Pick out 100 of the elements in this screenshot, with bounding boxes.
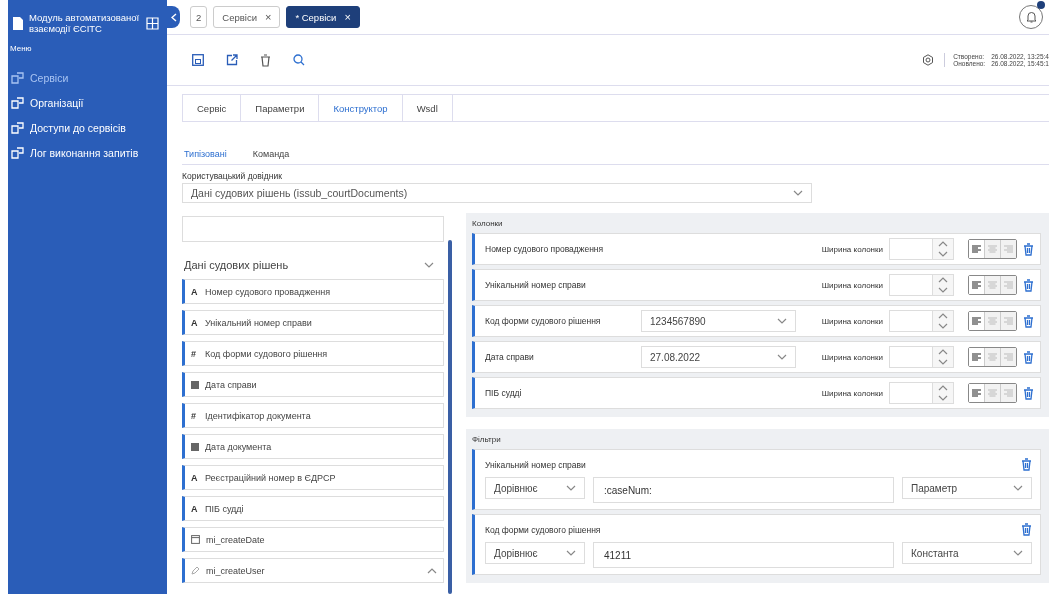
document-tab[interactable]: Сервіси × [213, 6, 281, 28]
align-left-button[interactable] [969, 348, 985, 366]
width-field[interactable] [889, 310, 954, 332]
chevron-down-icon [777, 318, 787, 324]
chevron-up-icon [938, 385, 948, 391]
trash-icon[interactable] [1021, 458, 1032, 471]
group-title: Дані судових рішень [184, 259, 289, 271]
tab[interactable]: Конструктор [319, 95, 403, 121]
chevron-down-icon [793, 190, 803, 196]
column-card: Унікальний номер справи Ширина колонки [472, 269, 1041, 301]
sidebar-item[interactable]: Організації [8, 90, 167, 115]
type-glyph: # [191, 410, 197, 421]
sidebar-item[interactable]: Доступи до сервісів [8, 115, 167, 140]
trash-icon[interactable] [1023, 350, 1034, 364]
value-select[interactable]: 1234567890 [641, 310, 796, 332]
pencil-icon [191, 566, 200, 575]
tab[interactable]: Сервіс [183, 95, 242, 121]
chevron-down-icon [566, 485, 576, 491]
type-glyph: # [191, 348, 197, 359]
chevron-up-icon [938, 313, 948, 319]
export-icon[interactable] [226, 54, 238, 66]
field-item[interactable]: Дата документа [182, 434, 444, 459]
width-field[interactable] [889, 346, 954, 368]
subtab[interactable]: Команда [252, 149, 290, 159]
settings-icon[interactable] [922, 54, 935, 66]
calendar-icon [191, 535, 200, 544]
field-item[interactable]: A Номер судового провадження [182, 279, 444, 304]
align-center-icon [988, 388, 997, 398]
chevron-down-icon [938, 323, 948, 329]
field-item[interactable]: mi_createUser [182, 558, 444, 583]
bell-icon [1025, 11, 1037, 23]
align-center-icon [988, 352, 997, 362]
column-card: Дата справи 27.08.2022 Ширина колонки [472, 341, 1041, 373]
chevron-down-icon [938, 395, 948, 401]
width-field[interactable] [889, 382, 954, 404]
trash-icon[interactable] [1021, 523, 1032, 536]
chevron-down-icon [1013, 485, 1023, 491]
align-left-button[interactable] [969, 384, 985, 402]
trash-icon[interactable] [260, 53, 271, 67]
field-item[interactable]: # Ідентифікатор документа [182, 403, 444, 428]
field-item[interactable]: mi_createDate [182, 527, 444, 552]
field-item[interactable]: Дата справи [182, 372, 444, 397]
align-left-button[interactable] [969, 276, 985, 294]
type-glyph: A [191, 472, 199, 483]
field-label: Користувацький довідник [182, 171, 283, 181]
align-right-icon [1004, 244, 1013, 254]
scrollbar[interactable] [448, 240, 452, 594]
column-card: ПІБ судді Ширина колонки [472, 377, 1041, 409]
sidebar-item[interactable]: Сервіси [8, 65, 167, 90]
width-label: Ширина колонки [821, 388, 883, 398]
type-glyph: A [191, 286, 199, 297]
section-title: Фільтри [472, 435, 502, 444]
type-glyph: A [191, 317, 199, 328]
save-icon[interactable] [192, 54, 204, 66]
column-card: Номер судового провадження Ширина колонки [472, 233, 1041, 265]
source-select[interactable]: Константа [902, 542, 1032, 564]
trash-icon[interactable] [1023, 386, 1034, 400]
align-right-icon [1004, 352, 1013, 362]
app-title: Модуль автоматизованої взаємодії ЄСІТС [29, 12, 140, 34]
align-left-icon [972, 352, 981, 362]
field-item[interactable]: A Реєстраційний номер в ЄДРСР [182, 465, 444, 490]
width-field[interactable] [889, 238, 954, 260]
source-select[interactable]: Параметр [902, 477, 1032, 499]
field-item[interactable]: A ПІБ судді [182, 496, 444, 521]
grid-icon[interactable] [146, 16, 159, 30]
tab-counter[interactable]: 2 [190, 6, 208, 28]
chevron-down-icon [1013, 550, 1023, 556]
section-title: Колонки [472, 219, 504, 228]
tab[interactable]: Параметри [241, 95, 320, 121]
trash-icon[interactable] [1023, 278, 1034, 292]
chevron-down-icon [424, 262, 434, 268]
document-icon [13, 16, 23, 30]
notification-badge [1037, 1, 1045, 9]
align-left-icon [972, 244, 981, 254]
value-field[interactable]: 41211 [593, 542, 894, 568]
filter-label: Код форми судового рішення [485, 524, 601, 535]
value-field[interactable]: :caseNum: [593, 477, 894, 503]
trash-icon[interactable] [1023, 314, 1034, 328]
search-icon[interactable] [293, 54, 305, 66]
width-field[interactable] [889, 274, 954, 296]
type-glyph: A [191, 503, 199, 514]
chevron-down-icon [777, 354, 787, 360]
tab[interactable]: Wsdl [402, 95, 453, 121]
subtab[interactable]: Типізовані [184, 149, 227, 159]
search-field[interactable] [182, 216, 444, 242]
column-card: Код форми судового рішення 1234567890 Ширина колонки [472, 305, 1041, 337]
field-item[interactable]: # Код форми судового рішення [182, 341, 444, 366]
chevron-down-icon [566, 550, 576, 556]
trash-icon[interactable] [1023, 242, 1034, 256]
value-select[interactable]: 27.08.2022 [641, 346, 796, 368]
operator-select[interactable]: Дорівнює [485, 477, 585, 499]
align-left-button[interactable] [969, 240, 985, 258]
document-tab[interactable]: * Сервіси × [286, 6, 360, 28]
directory-select[interactable]: Дані судових рішень (issub_courtDocuments) [182, 183, 812, 203]
field-item[interactable]: A Унікальний номер справи [182, 310, 444, 335]
operator-select[interactable]: Дорівнює [485, 542, 585, 564]
chevron-up-icon [938, 277, 948, 283]
align-left-button[interactable] [969, 312, 985, 330]
sidebar-item[interactable]: Лог виконання запитів [8, 140, 167, 165]
collapse-sidebar-button[interactable] [167, 6, 180, 28]
